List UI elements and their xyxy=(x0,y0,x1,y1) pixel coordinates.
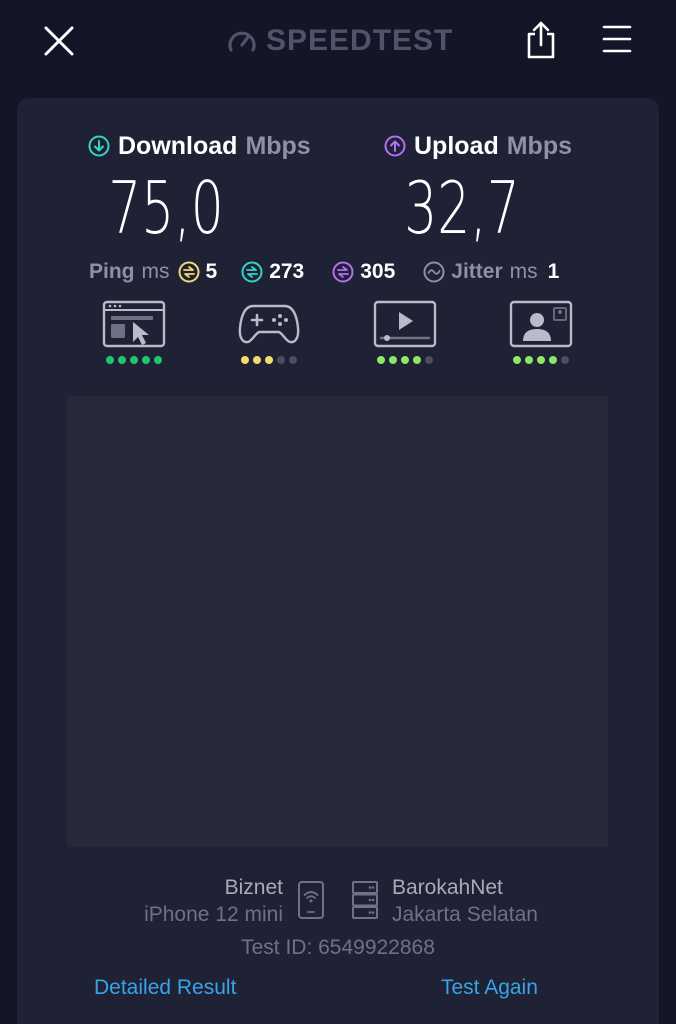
download-label: Download xyxy=(118,131,238,160)
rating-dot xyxy=(289,356,297,364)
download-header: Download Mbps xyxy=(88,130,311,162)
phone-wifi-icon xyxy=(298,881,324,919)
close-icon xyxy=(44,26,74,56)
jitter-icon xyxy=(423,261,445,283)
rating-dot xyxy=(277,356,285,364)
video-streaming-rating xyxy=(365,356,445,364)
close-button[interactable] xyxy=(40,22,78,60)
arrow-down-circle-icon xyxy=(88,135,110,157)
quality-web-browsing xyxy=(94,300,174,372)
rating-dot xyxy=(549,356,557,364)
download-latency-icon xyxy=(241,261,263,283)
device-name: iPhone 12 mini xyxy=(144,903,283,926)
rating-dot xyxy=(525,356,533,364)
jitter-value: 1 xyxy=(547,260,560,283)
upload-ping-value: 305 xyxy=(360,260,396,283)
idle-ping-value: 5 xyxy=(205,260,218,283)
rating-dot xyxy=(561,356,569,364)
rating-dot xyxy=(413,356,421,364)
rating-dot xyxy=(241,356,249,364)
quality-gaming xyxy=(229,300,309,372)
rating-dot xyxy=(130,356,138,364)
quality-video-streaming xyxy=(365,300,445,372)
isp-name: Biznet xyxy=(224,876,283,899)
rating-dot xyxy=(513,356,521,364)
rating-dot xyxy=(265,356,273,364)
upload-latency-icon xyxy=(332,261,354,283)
brand-name: SPEEDTEST xyxy=(266,24,454,57)
rating-dot xyxy=(389,356,397,364)
server-info: BarokahNet Jakarta Selatan xyxy=(392,874,538,928)
speedometer-icon xyxy=(228,31,256,52)
rating-dot xyxy=(401,356,409,364)
top-bar: SPEEDTEST xyxy=(0,0,676,80)
rating-dot xyxy=(377,356,385,364)
upload-label: Upload xyxy=(414,131,499,160)
ad-placeholder xyxy=(67,396,608,847)
download-ping-value: 273 xyxy=(269,260,305,283)
idle-latency-icon xyxy=(178,261,199,283)
ping-label: Ping xyxy=(89,260,135,283)
jitter-unit: ms xyxy=(509,260,538,283)
download-value: 75,0 xyxy=(108,166,224,250)
upload-unit: Mbps xyxy=(506,131,572,160)
server-icon xyxy=(352,881,378,919)
rating-dot xyxy=(118,356,126,364)
test-id: Test ID: 6549922868 xyxy=(241,936,435,959)
browser-cursor-icon xyxy=(102,300,166,348)
gamepad-icon xyxy=(238,304,300,344)
share-icon xyxy=(527,21,555,59)
jitter-label: Jitter xyxy=(451,260,503,283)
quality-video-chat xyxy=(501,300,581,372)
upload-header: Upload Mbps xyxy=(384,130,572,162)
detailed-result-link[interactable]: Detailed Result xyxy=(94,976,236,1000)
rating-dot xyxy=(142,356,150,364)
server-name: BarokahNet xyxy=(392,876,503,899)
isp-info: Biznet iPhone 12 mini xyxy=(144,874,283,928)
rating-dot xyxy=(154,356,162,364)
arrow-up-circle-icon xyxy=(384,135,406,157)
hamburger-menu-icon xyxy=(602,25,632,53)
rating-dot xyxy=(537,356,545,364)
test-again-link[interactable]: Test Again xyxy=(441,976,538,1000)
video-player-icon xyxy=(373,300,437,348)
latency-row: Ping ms 5 273 305 Jitter ms 1 xyxy=(89,256,559,288)
server-location: Jakarta Selatan xyxy=(392,903,538,926)
video-call-icon xyxy=(509,300,573,348)
download-unit: Mbps xyxy=(245,131,311,160)
rating-dot xyxy=(253,356,261,364)
ping-unit: ms xyxy=(141,260,170,283)
gaming-rating xyxy=(229,356,309,364)
web-browsing-rating xyxy=(94,356,174,364)
rating-dot xyxy=(425,356,433,364)
speedtest-logo: SPEEDTEST xyxy=(226,22,453,60)
share-button[interactable] xyxy=(523,20,559,60)
menu-button[interactable] xyxy=(600,22,634,56)
video-chat-rating xyxy=(501,356,581,364)
upload-value: 32,7 xyxy=(404,166,520,250)
rating-dot xyxy=(106,356,114,364)
